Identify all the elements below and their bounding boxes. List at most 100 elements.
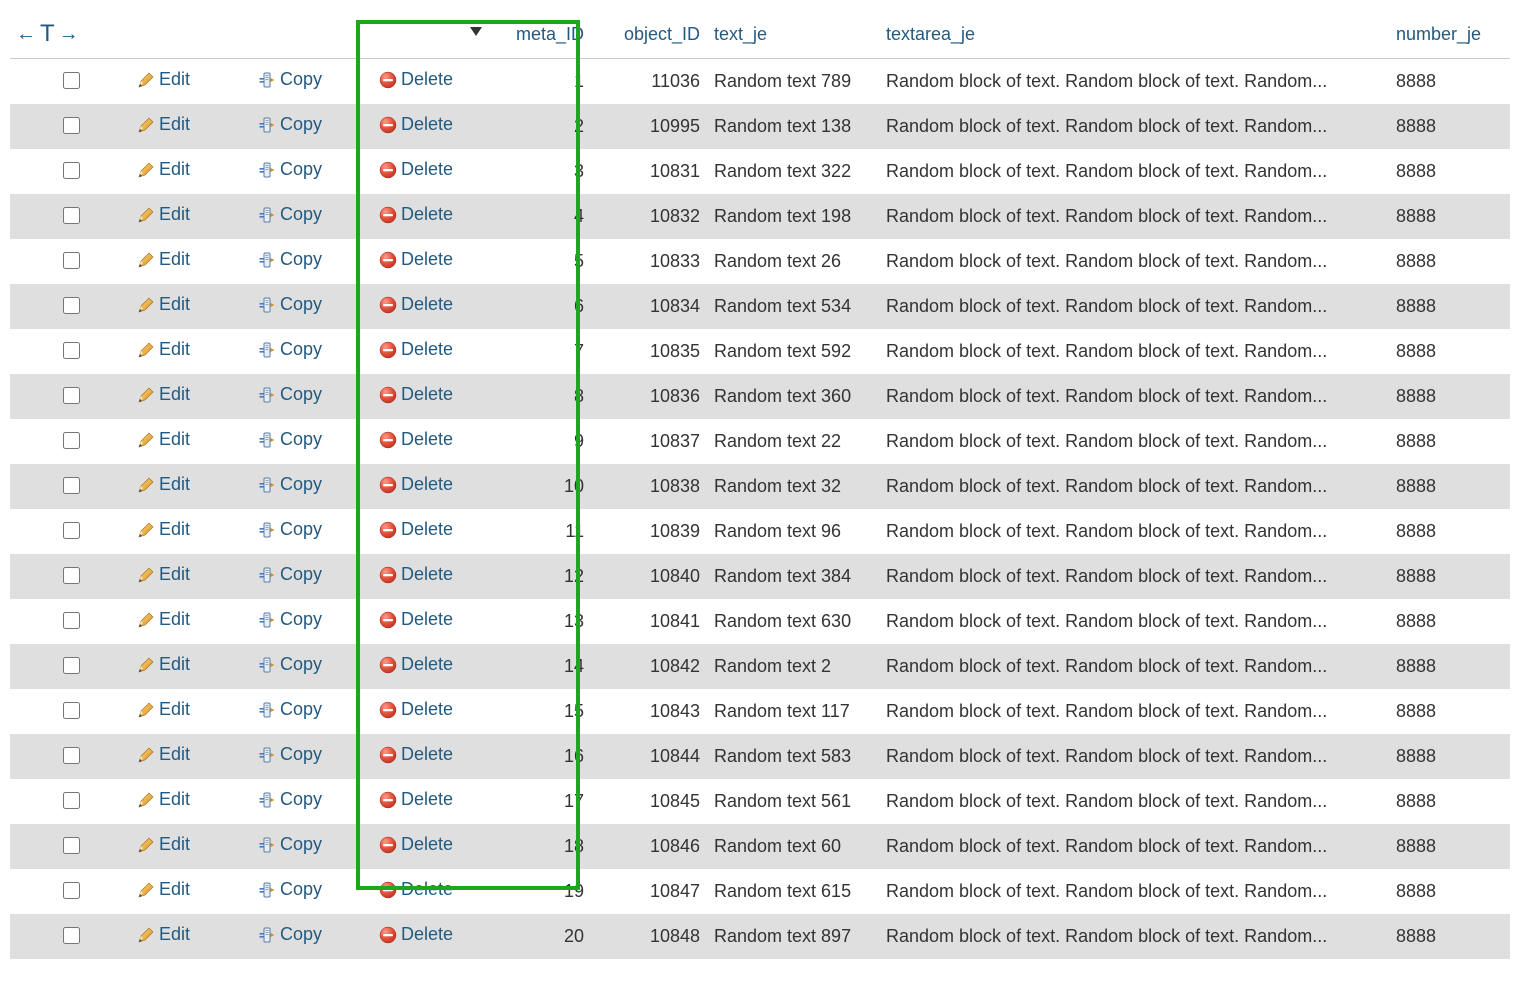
row-checkbox[interactable] [63, 117, 80, 134]
delete-button[interactable]: Delete [379, 429, 453, 450]
copy-button[interactable]: Copy [258, 429, 322, 450]
row-checkbox[interactable] [63, 522, 80, 539]
copy-button[interactable]: Copy [258, 924, 322, 945]
copy-button[interactable]: Copy [258, 519, 322, 540]
edit-button[interactable]: Edit [137, 69, 190, 90]
copy-button[interactable]: Copy [258, 384, 322, 405]
delete-button[interactable]: Delete [379, 699, 453, 720]
row-checkbox[interactable] [63, 72, 80, 89]
copy-button[interactable]: Copy [258, 789, 322, 810]
delete-button[interactable]: Delete [379, 744, 453, 765]
edit-button[interactable]: Edit [137, 564, 190, 585]
cell-textarea-je: Random block of text. Random block of te… [880, 329, 1390, 374]
copy-label: Copy [280, 339, 322, 360]
row-checkbox[interactable] [63, 792, 80, 809]
copy-button[interactable]: Copy [258, 879, 322, 900]
copy-button[interactable]: Copy [258, 834, 322, 855]
delete-button[interactable]: Delete [379, 789, 453, 810]
copy-icon [258, 791, 276, 809]
row-checkbox[interactable] [63, 882, 80, 899]
delete-button[interactable]: Delete [379, 834, 453, 855]
delete-button[interactable]: Delete [379, 339, 453, 360]
row-checkbox[interactable] [63, 432, 80, 449]
edit-button[interactable]: Edit [137, 699, 190, 720]
row-checkbox[interactable] [63, 162, 80, 179]
col-header-text-je[interactable]: text_je [708, 10, 880, 59]
edit-button[interactable]: Edit [137, 384, 190, 405]
copy-button[interactable]: Copy [258, 699, 322, 720]
delete-button[interactable]: Delete [379, 294, 453, 315]
copy-button[interactable]: Copy [258, 744, 322, 765]
delete-button[interactable]: Delete [379, 519, 453, 540]
pencil-icon [137, 386, 155, 404]
column-order-toggle[interactable]: ← T → [16, 20, 79, 48]
row-checkbox[interactable] [63, 477, 80, 494]
copy-button[interactable]: Copy [258, 204, 322, 225]
row-checkbox[interactable] [63, 837, 80, 854]
row-checkbox[interactable] [63, 252, 80, 269]
edit-button[interactable]: Edit [137, 204, 190, 225]
delete-button[interactable]: Delete [379, 204, 453, 225]
row-checkbox[interactable] [63, 927, 80, 944]
copy-button[interactable]: Copy [258, 564, 322, 585]
row-checkbox[interactable] [63, 567, 80, 584]
row-checkbox[interactable] [63, 207, 80, 224]
cell-object-id: 10839 [594, 509, 708, 554]
col-header-meta-id[interactable]: meta_ID [494, 10, 594, 59]
delete-button[interactable]: Delete [379, 384, 453, 405]
copy-button[interactable]: Copy [258, 249, 322, 270]
delete-button[interactable]: Delete [379, 249, 453, 270]
copy-icon [258, 206, 276, 224]
table-row: Edit Copy Delete 4 10832 Random text 198… [10, 194, 1510, 239]
edit-button[interactable]: Edit [137, 474, 190, 495]
edit-button[interactable]: Edit [137, 519, 190, 540]
cell-textarea-je: Random block of text. Random block of te… [880, 509, 1390, 554]
delete-button[interactable]: Delete [379, 879, 453, 900]
delete-button[interactable]: Delete [379, 69, 453, 90]
copy-button[interactable]: Copy [258, 474, 322, 495]
edit-button[interactable]: Edit [137, 339, 190, 360]
copy-icon [258, 836, 276, 854]
row-checkbox[interactable] [63, 657, 80, 674]
copy-button[interactable]: Copy [258, 159, 322, 180]
minus-circle-icon [379, 791, 397, 809]
copy-button[interactable]: Copy [258, 69, 322, 90]
delete-button[interactable]: Delete [379, 924, 453, 945]
delete-button[interactable]: Delete [379, 654, 453, 675]
col-header-textarea-je[interactable]: textarea_je [880, 10, 1390, 59]
delete-button[interactable]: Delete [379, 114, 453, 135]
edit-button[interactable]: Edit [137, 879, 190, 900]
sort-indicator[interactable] [464, 20, 482, 41]
edit-button[interactable]: Edit [137, 609, 190, 630]
delete-button[interactable]: Delete [379, 564, 453, 585]
edit-button[interactable]: Edit [137, 924, 190, 945]
copy-button[interactable]: Copy [258, 339, 322, 360]
cell-object-id: 10832 [594, 194, 708, 239]
row-checkbox[interactable] [63, 747, 80, 764]
col-header-number-je[interactable]: number_je [1390, 10, 1510, 59]
row-checkbox[interactable] [63, 612, 80, 629]
copy-icon [258, 701, 276, 719]
copy-button[interactable]: Copy [258, 609, 322, 630]
edit-button[interactable]: Edit [137, 654, 190, 675]
col-header-object-id[interactable]: object_ID [594, 10, 708, 59]
copy-button[interactable]: Copy [258, 294, 322, 315]
copy-button[interactable]: Copy [258, 654, 322, 675]
copy-button[interactable]: Copy [258, 114, 322, 135]
delete-button[interactable]: Delete [379, 474, 453, 495]
edit-button[interactable]: Edit [137, 159, 190, 180]
row-checkbox[interactable] [63, 342, 80, 359]
edit-button[interactable]: Edit [137, 294, 190, 315]
row-checkbox[interactable] [63, 297, 80, 314]
table-row: Edit Copy Delete 1 11036 Random text 789… [10, 59, 1510, 105]
edit-button[interactable]: Edit [137, 834, 190, 855]
delete-button[interactable]: Delete [379, 609, 453, 630]
edit-button[interactable]: Edit [137, 429, 190, 450]
row-checkbox[interactable] [63, 702, 80, 719]
edit-button[interactable]: Edit [137, 249, 190, 270]
edit-button[interactable]: Edit [137, 114, 190, 135]
edit-button[interactable]: Edit [137, 789, 190, 810]
edit-button[interactable]: Edit [137, 744, 190, 765]
delete-button[interactable]: Delete [379, 159, 453, 180]
row-checkbox[interactable] [63, 387, 80, 404]
